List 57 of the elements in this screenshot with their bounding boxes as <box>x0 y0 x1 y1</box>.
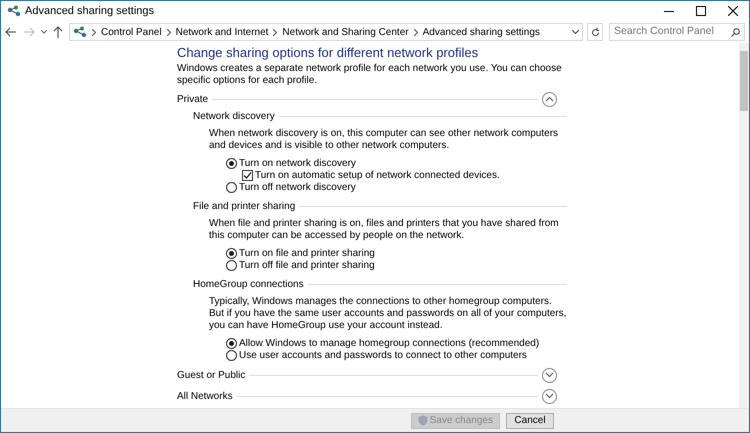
expand-button[interactable] <box>542 368 557 382</box>
intro-text: Windows creates a separate network profile for each network you use. You can choose specific options for each profile. <box>177 63 563 87</box>
scrollbar[interactable] <box>739 43 749 408</box>
page-heading: Change sharing options for different network profiles <box>177 44 480 62</box>
expand-button[interactable] <box>542 388 557 404</box>
radio-label[interactable]: Turn on file and printer sharing <box>239 246 375 260</box>
close-icon <box>728 6 738 16</box>
network-icon <box>7 5 21 17</box>
chevron-icon <box>273 28 278 36</box>
breadcrumb-link[interactable]: Control Panel <box>101 24 162 40</box>
section-heading: Network discovery <box>193 110 275 124</box>
radio-label[interactable]: Turn off file and printer sharing <box>239 258 375 272</box>
maximize-icon <box>696 6 706 16</box>
radio-label[interactable]: Allow Windows to manage homegroup connections (recommended) <box>239 336 540 350</box>
profile-heading[interactable]: Private <box>177 92 208 106</box>
chevron-down-icon <box>545 393 554 399</box>
chevron-down-icon <box>545 372 554 378</box>
section-heading: File and printer sharing <box>193 200 296 214</box>
refresh-button[interactable] <box>587 23 603 41</box>
collapse-button[interactable] <box>542 92 557 106</box>
network-icon <box>73 26 87 38</box>
cancel-button[interactable]: Cancel <box>506 412 554 428</box>
radio-button[interactable] <box>226 338 237 348</box>
breadcrumb-link[interactable]: Advanced sharing settings <box>422 24 540 40</box>
chevron-icon <box>92 28 96 36</box>
profile-heading[interactable]: Guest or Public <box>177 368 246 382</box>
up-button[interactable] <box>53 26 65 38</box>
section-description: When network discovery is on, this computer can see other network computers and devices and is visible to other network computers. <box>208 128 560 152</box>
radio-button[interactable] <box>226 248 237 258</box>
radio-button[interactable] <box>226 350 237 360</box>
window-title: Advanced sharing settings <box>25 4 154 19</box>
search-icon <box>731 28 740 36</box>
section-description: When file and printer sharing is on, files and printers that you have shared from this computer can be accessed by people on the network. <box>208 218 560 242</box>
shield-icon <box>418 415 428 426</box>
chevron-icon <box>414 28 418 36</box>
radio-button[interactable] <box>226 158 237 168</box>
radio-label[interactable]: Turn off network discovery <box>239 180 356 194</box>
radio-button[interactable] <box>226 260 237 270</box>
refresh-icon <box>590 28 600 36</box>
section-heading: HomeGroup connections <box>193 278 304 292</box>
radio-label[interactable]: Turn on network discovery <box>239 156 356 170</box>
checkbox-label[interactable]: Turn on automatic setup of network connected devices. <box>255 168 500 182</box>
chevron-up-icon <box>545 96 554 102</box>
breadcrumb-link[interactable]: Network and Internet <box>176 24 268 40</box>
profile-heading[interactable]: All Networks <box>177 388 233 404</box>
checkbox[interactable] <box>242 170 253 180</box>
radio-label[interactable]: Use user accounts and passwords to connect to other computers <box>239 348 527 362</box>
dropdown-icon <box>572 30 579 34</box>
search-field[interactable]: Search Control Panel <box>609 23 745 41</box>
address-field[interactable]: Control Panel Network and Internet Network and Sharing Center Advanced sharing settings <box>69 23 583 41</box>
radio-button[interactable] <box>226 182 237 192</box>
recent-dropdown-button[interactable] <box>41 30 49 34</box>
breadcrumb-link[interactable]: Network and Sharing Center <box>282 24 409 40</box>
chevron-icon <box>166 28 171 36</box>
back-button[interactable] <box>5 27 19 37</box>
section-description: Typically, Windows manages the connections to other homegroup computers. But if you have the same user accounts and passwords on all of your computers, you can have HomeGroup use your account instead. <box>208 296 567 332</box>
minimize-icon <box>664 10 674 12</box>
